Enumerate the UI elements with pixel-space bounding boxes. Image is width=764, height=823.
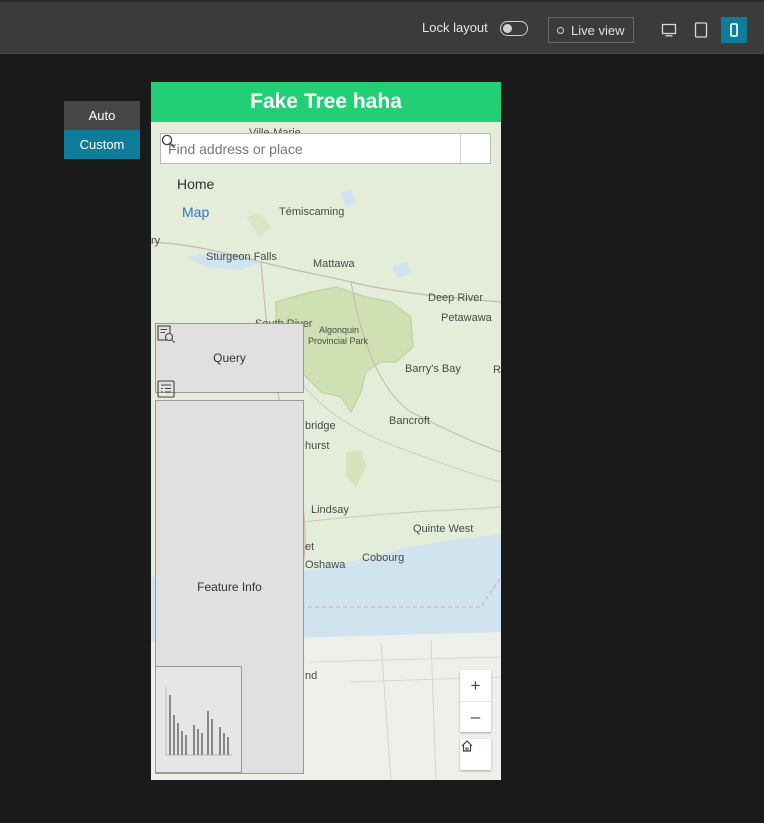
map-label-cobourg: Cobourg bbox=[362, 552, 405, 564]
builder-toolbar: Lock layout Live view bbox=[0, 0, 764, 54]
lock-layout-toggle[interactable] bbox=[500, 21, 528, 36]
phone-icon bbox=[730, 23, 738, 37]
search-button[interactable] bbox=[161, 134, 490, 163]
search-input[interactable] bbox=[161, 134, 460, 163]
map-label-algonquin: Algonquin bbox=[319, 325, 360, 335]
app-title: Fake Tree haha bbox=[250, 90, 402, 113]
map-label-lindsay: Lindsay bbox=[311, 504, 349, 516]
map-label-quinte-west: Quinte West bbox=[413, 523, 474, 535]
map-label-ry: ry bbox=[151, 235, 161, 247]
zoom-out-button[interactable]: – bbox=[460, 701, 491, 732]
auto-layout-option[interactable]: Auto bbox=[64, 101, 140, 130]
map-label-nd: nd bbox=[305, 670, 318, 682]
phone-view-button[interactable] bbox=[721, 17, 747, 43]
app-header: Fake Tree haha bbox=[151, 82, 501, 122]
home-icon bbox=[461, 740, 473, 752]
map-label-mattawa: Mattawa bbox=[313, 258, 355, 270]
tablet-icon bbox=[694, 22, 708, 38]
query-icon bbox=[157, 325, 175, 343]
home-extent-button[interactable] bbox=[460, 739, 491, 770]
map-label-deep-river: Deep River bbox=[428, 292, 484, 304]
map-label-hurst: hurst bbox=[305, 440, 330, 452]
toggle-knob bbox=[503, 24, 512, 33]
live-view-dot-icon bbox=[557, 26, 564, 34]
map-label-bancroft: Bancroft bbox=[389, 415, 430, 427]
map-label-oshawa: Oshawa bbox=[305, 559, 346, 571]
map-label-temiscaming: Témiscaming bbox=[279, 206, 345, 218]
custom-layout-option[interactable]: Custom bbox=[64, 130, 140, 159]
map-label-petawawa: Petawawa bbox=[441, 312, 492, 324]
nav-link-map[interactable]: Map bbox=[182, 204, 209, 220]
nav-link-home[interactable]: Home bbox=[177, 176, 214, 192]
lock-layout-label: Lock layout bbox=[422, 20, 488, 35]
zoom-control: + – bbox=[460, 670, 491, 732]
live-view-label: Live view bbox=[571, 22, 625, 38]
desktop-view-button[interactable] bbox=[656, 17, 682, 43]
live-view-button[interactable]: Live view bbox=[548, 17, 634, 43]
map-label-sturgeon-falls: Sturgeon Falls bbox=[206, 251, 277, 263]
map-label-bridge: bridge bbox=[305, 420, 336, 432]
feature-info-label: Feature Info bbox=[197, 580, 262, 594]
map-label-barrys-bay: Barry's Bay bbox=[405, 363, 461, 375]
zoom-in-button[interactable]: + bbox=[460, 670, 491, 701]
search-icon bbox=[161, 134, 175, 148]
chart-widget-thumbnail[interactable] bbox=[155, 666, 242, 773]
bar-chart-icon bbox=[165, 687, 232, 756]
query-label: Query bbox=[213, 351, 246, 365]
map-label-et: et bbox=[305, 541, 315, 553]
map-label-r: R bbox=[493, 364, 501, 376]
tablet-view-button[interactable] bbox=[688, 17, 714, 43]
map-view[interactable]: Ville-Marie Témiscaming ry Sturgeon Fall… bbox=[151, 122, 501, 780]
phone-preview: Fake Tree haha Vi bbox=[151, 82, 501, 780]
search-widget bbox=[160, 133, 491, 164]
desktop-icon bbox=[661, 23, 677, 37]
map-label-provincial-park: Provincial Park bbox=[308, 336, 369, 346]
feature-info-icon bbox=[157, 380, 175, 398]
layout-mode-switcher: Auto Custom bbox=[64, 101, 140, 159]
query-widget[interactable]: Query bbox=[155, 323, 304, 393]
